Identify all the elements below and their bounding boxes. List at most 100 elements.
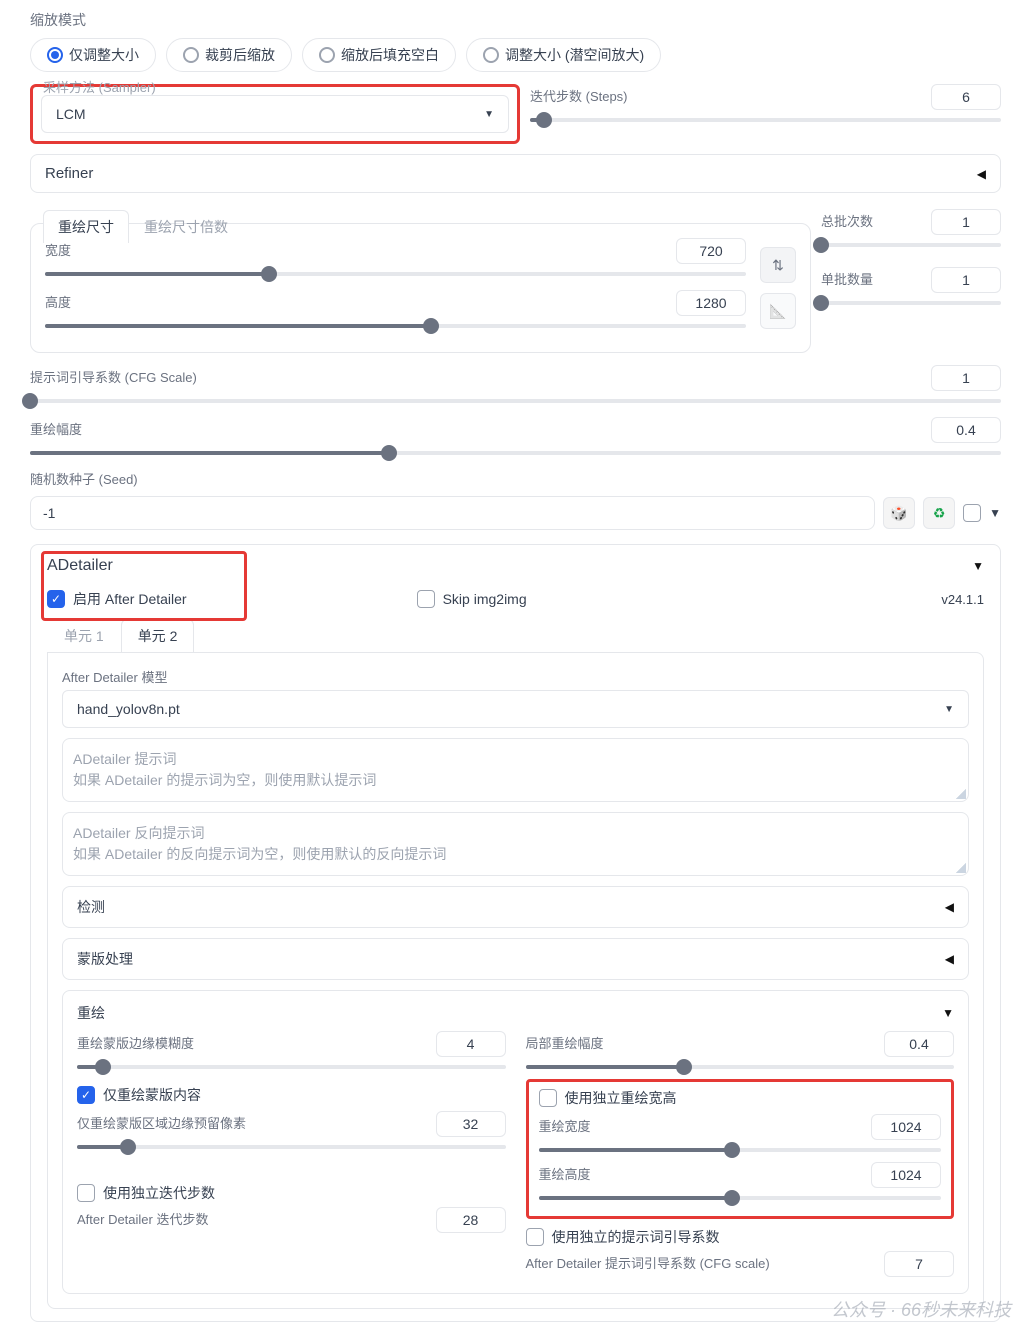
repaint-height-label: 重绘高度 (539, 1164, 591, 1183)
cfg-input[interactable]: 1 (931, 365, 1001, 391)
chevron-down-icon[interactable]: ▼ (942, 1006, 954, 1020)
seed-input[interactable]: -1 (30, 496, 875, 530)
local-denoise-slider[interactable] (526, 1061, 955, 1073)
batch-size-label: 单批数量 (821, 269, 873, 288)
radio-icon (183, 47, 199, 63)
mask-blur-slider[interactable] (77, 1061, 506, 1073)
radio-icon (319, 47, 335, 63)
use-size-checkbox[interactable] (539, 1089, 557, 1107)
use-cfg-checkbox[interactable] (526, 1228, 544, 1246)
radio-icon (483, 47, 499, 63)
resize-mode-opt-1[interactable]: 裁剪后缩放 (166, 38, 292, 72)
skip-img2img-label: Skip img2img (443, 591, 527, 607)
ad-prompt-textarea[interactable]: ADetailer 提示词 如果 ADetailer 的提示词为空，则使用默认提… (62, 738, 969, 802)
mask-padding-label: 仅重绘蒙版区域边缘预留像素 (77, 1113, 246, 1132)
ad-cfg-input[interactable]: 7 (884, 1251, 954, 1277)
use-steps-checkbox[interactable] (77, 1184, 95, 1202)
skip-img2img-checkbox[interactable] (417, 590, 435, 608)
enable-adetailer-checkbox[interactable]: ✓ (47, 590, 65, 608)
batch-count-label: 总批次数 (821, 211, 873, 230)
refiner-accordion[interactable]: Refiner ◀ (30, 154, 1001, 193)
swap-dimensions-button[interactable]: ⇅ (760, 247, 796, 283)
tab-resize-by[interactable]: 重绘尺寸倍数 (129, 210, 243, 243)
width-slider[interactable] (45, 268, 746, 280)
tab-unit-2[interactable]: 单元 2 (121, 619, 195, 652)
dice-icon: 🎲 (890, 505, 907, 522)
ad-model-select[interactable]: hand_yolov8n.pt ▼ (62, 690, 969, 728)
use-steps-label: 使用独立迭代步数 (103, 1183, 215, 1203)
ad-model-label: After Detailer 模型 (62, 667, 969, 686)
denoise-input[interactable]: 0.4 (931, 417, 1001, 443)
only-mask-checkbox[interactable]: ✓ (77, 1086, 95, 1104)
detect-accordion[interactable]: 检测 ◀ (62, 886, 969, 928)
swap-icon: ⇅ (772, 257, 784, 274)
use-cfg-label: 使用独立的提示词引导系数 (552, 1227, 720, 1247)
reuse-seed-button[interactable]: ♻ (923, 497, 955, 529)
repaint-width-slider[interactable] (539, 1144, 942, 1156)
ruler-icon: 📐 (769, 303, 786, 320)
adetailer-title: ADetailer (47, 557, 113, 575)
mask-blur-input[interactable]: 4 (436, 1031, 506, 1057)
resize-mode-opt-3[interactable]: 调整大小 (潜空间放大) (466, 38, 661, 72)
batch-count-input[interactable]: 1 (931, 209, 1001, 235)
random-seed-button[interactable]: 🎲 (883, 497, 915, 529)
recycle-icon: ♻ (933, 505, 946, 522)
resize-panel: 重绘尺寸 重绘尺寸倍数 宽度720 高度1280 ⇅ 📐 (30, 223, 811, 353)
resize-mode-label: 缩放模式 (30, 10, 1001, 30)
repaint-height-input[interactable]: 1024 (871, 1162, 941, 1188)
repaint-width-label: 重绘宽度 (539, 1116, 591, 1135)
tab-unit-1[interactable]: 单元 1 (47, 619, 121, 652)
chevron-left-icon: ◀ (977, 167, 986, 181)
resize-mode-opt-0[interactable]: 仅调整大小 (30, 38, 156, 72)
chevron-down-icon: ▼ (484, 109, 494, 120)
local-denoise-input[interactable]: 0.4 (884, 1031, 954, 1057)
chevron-left-icon: ◀ (945, 900, 954, 914)
tab-resize-to[interactable]: 重绘尺寸 (43, 210, 129, 243)
resize-mode-options: 仅调整大小 裁剪后缩放 缩放后填充空白 调整大小 (潜空间放大) (30, 38, 1001, 72)
local-denoise-label: 局部重绘幅度 (526, 1033, 604, 1052)
denoise-slider[interactable] (30, 447, 1001, 459)
seed-label: 随机数种子 (Seed) (30, 469, 1001, 488)
chevron-left-icon: ◀ (945, 952, 954, 966)
ad-cfg-label: After Detailer 提示词引导系数 (CFG scale) (526, 1253, 770, 1272)
sampler-highlight: 采样方法 (Sampler) LCM ▼ (30, 84, 520, 144)
ad-neg-prompt-textarea[interactable]: ADetailer 反向提示词 如果 ADetailer 的反向提示词为空，则使… (62, 812, 969, 876)
aspect-ratio-button[interactable]: 📐 (760, 293, 796, 329)
enable-adetailer-label: 启用 After Detailer (73, 589, 187, 609)
repaint-accordion: 重绘 ▼ 重绘蒙版边缘模糊度4 ✓ 仅重绘蒙版内容 (62, 990, 969, 1294)
height-slider[interactable] (45, 320, 746, 332)
batch-size-slider[interactable] (821, 297, 1001, 309)
cfg-slider[interactable] (30, 395, 1001, 407)
resize-grip-icon[interactable] (956, 789, 966, 799)
mask-accordion[interactable]: 蒙版处理 ◀ (62, 938, 969, 980)
steps-input[interactable]: 6 (931, 84, 1001, 110)
steps-label: 迭代步数 (Steps) (530, 86, 628, 105)
chevron-down-icon: ▼ (944, 704, 954, 715)
use-size-label: 使用独立重绘宽高 (565, 1088, 677, 1108)
mask-padding-slider[interactable] (77, 1141, 506, 1153)
width-input[interactable]: 720 (676, 238, 746, 264)
seed-extra-checkbox[interactable] (963, 504, 981, 522)
batch-count-slider[interactable] (821, 239, 1001, 251)
resize-grip-icon[interactable] (956, 863, 966, 873)
resize-mode-opt-2[interactable]: 缩放后填充空白 (302, 38, 456, 72)
mask-padding-input[interactable]: 32 (436, 1111, 506, 1137)
ad-steps-input[interactable]: 28 (436, 1207, 506, 1233)
resize-wh-highlight: 使用独立重绘宽高 重绘宽度 1024 重绘高度 1024 (526, 1079, 955, 1219)
mask-blur-label: 重绘蒙版边缘模糊度 (77, 1033, 194, 1052)
unit-body: After Detailer 模型 hand_yolov8n.pt ▼ ADet… (47, 652, 984, 1309)
sampler-select[interactable]: LCM ▼ (41, 95, 509, 133)
height-label: 高度 (45, 292, 71, 311)
repaint-height-slider[interactable] (539, 1192, 942, 1204)
batch-size-input[interactable]: 1 (931, 267, 1001, 293)
height-input[interactable]: 1280 (676, 290, 746, 316)
repaint-width-input[interactable]: 1024 (871, 1114, 941, 1140)
radio-icon (47, 47, 63, 63)
only-mask-label: 仅重绘蒙版内容 (103, 1085, 201, 1105)
adetailer-version: v24.1.1 (941, 592, 984, 607)
chevron-down-icon[interactable]: ▼ (972, 559, 984, 573)
steps-slider[interactable] (530, 114, 1001, 126)
watermark-text: 公众号 · 66秒未来科技 (831, 1296, 1011, 1322)
caret-down-icon[interactable]: ▼ (989, 506, 1001, 520)
cfg-label: 提示词引导系数 (CFG Scale) (30, 367, 197, 386)
